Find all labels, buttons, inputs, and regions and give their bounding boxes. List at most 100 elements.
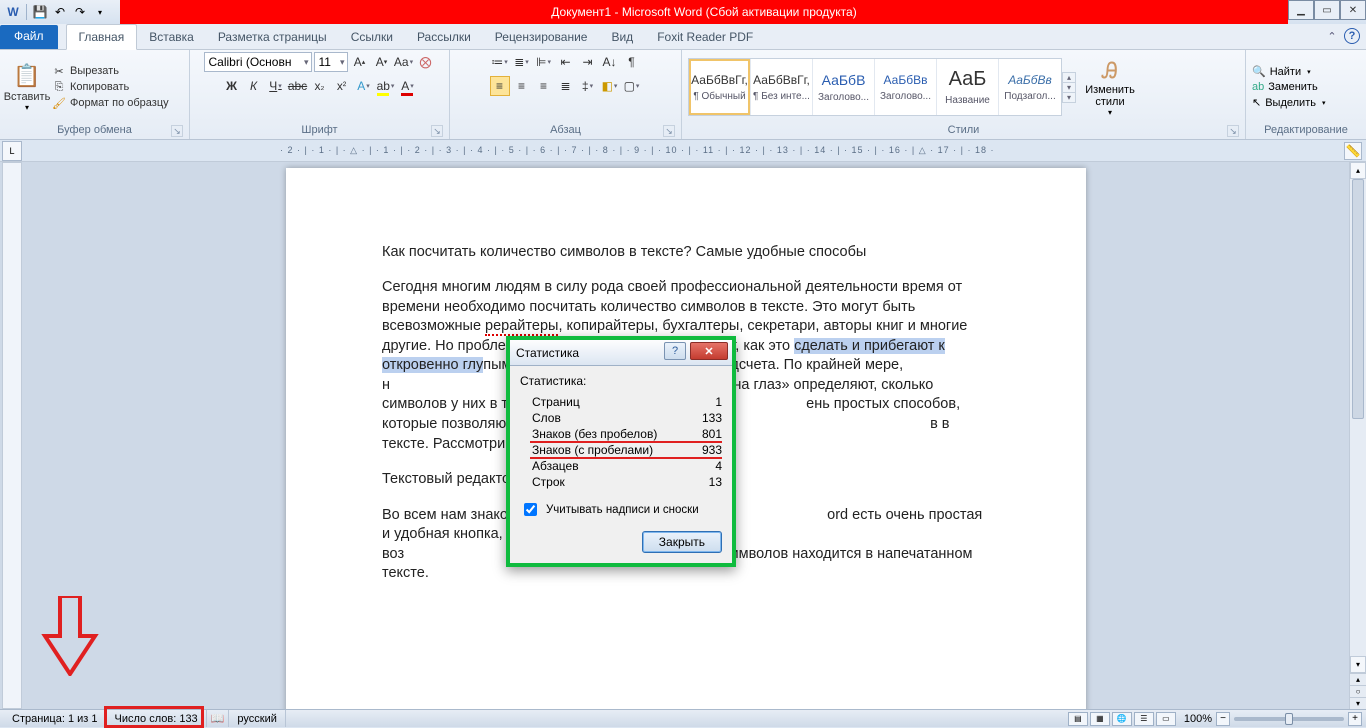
style-no-spacing[interactable]: АаБбВвГг,¶ Без инте...	[751, 59, 813, 115]
italic-button[interactable]: К	[244, 76, 264, 96]
zoom-slider[interactable]	[1234, 717, 1344, 721]
replace-button[interactable]: abЗаменить	[1252, 81, 1325, 93]
redo-icon[interactable]: ↷	[71, 3, 89, 21]
clipboard-launcher[interactable]: ↘	[171, 125, 183, 137]
tab-insert[interactable]: Вставка	[137, 25, 206, 49]
save-icon[interactable]: 💾	[31, 3, 49, 21]
scroll-down-arrow[interactable]: ▾	[1350, 656, 1366, 673]
tab-page-layout[interactable]: Разметка страницы	[206, 25, 339, 49]
bold-button[interactable]: Ж	[222, 76, 242, 96]
status-proofing-icon[interactable]: 📖	[207, 710, 230, 727]
grow-font-button[interactable]: A▴	[350, 52, 370, 72]
paste-button[interactable]: 📋 Вставить ▾	[6, 63, 48, 112]
style-heading1[interactable]: АаБбВЗаголово...	[813, 59, 875, 115]
tab-references[interactable]: Ссылки	[339, 25, 405, 49]
tab-home[interactable]: Главная	[66, 24, 138, 50]
align-left-button[interactable]: ≡	[490, 76, 510, 96]
text-effects-button[interactable]: A▾	[354, 76, 374, 96]
shading-button[interactable]: ◧▾	[600, 76, 620, 96]
zoom-percent[interactable]: 100%	[1184, 713, 1212, 725]
tab-foxit[interactable]: Foxit Reader PDF	[645, 25, 765, 49]
zoom-in-button[interactable]: +	[1348, 712, 1362, 726]
select-button[interactable]: ↖Выделить▾	[1252, 96, 1325, 109]
shrink-font-button[interactable]: A▾	[372, 52, 392, 72]
view-print-layout-button[interactable]: ▤	[1068, 712, 1088, 726]
style-title[interactable]: АаБНазвание	[937, 59, 999, 115]
font-color-button[interactable]: A▾	[398, 76, 418, 96]
format-painter-button[interactable]: 🖌Формат по образцу	[52, 96, 169, 110]
replace-icon: ab	[1252, 81, 1264, 93]
qat-customize-icon[interactable]: ▾	[91, 3, 109, 21]
dialog-titlebar[interactable]: Статистика ? ✕	[510, 340, 732, 366]
subscript-button[interactable]: x₂	[310, 76, 330, 96]
increase-indent-button[interactable]: ⇥	[578, 52, 598, 72]
close-window-button[interactable]: ✕	[1340, 0, 1366, 20]
show-marks-button[interactable]: ¶	[622, 52, 642, 72]
dialog-close-ok-button[interactable]: Закрыть	[642, 531, 722, 553]
sort-button[interactable]: A↓	[600, 52, 620, 72]
change-styles-button[interactable]: Ꭿ Изменить стили ▾	[1082, 58, 1138, 117]
style-subtitle[interactable]: АаБбВвПодзагол...	[999, 59, 1061, 115]
borders-button[interactable]: ▢▾	[622, 76, 642, 96]
font-size-combo[interactable]: 11	[314, 52, 348, 72]
scroll-up-arrow[interactable]: ▴	[1350, 162, 1366, 179]
browse-object-nav[interactable]: ▴○▾	[1350, 673, 1366, 709]
scroll-thumb[interactable]	[1352, 179, 1364, 419]
align-right-button[interactable]: ≡	[534, 76, 554, 96]
find-button[interactable]: 🔍Найти▾	[1252, 65, 1325, 78]
underline-button[interactable]: Ч▾	[266, 76, 286, 96]
status-language[interactable]: русский	[229, 710, 285, 727]
zoom-slider-thumb[interactable]	[1285, 713, 1293, 725]
dialog-close-button[interactable]: ✕	[690, 342, 728, 360]
clear-formatting-button[interactable]: ⨂	[416, 52, 436, 72]
group-label-font: Шрифт↘	[196, 122, 443, 139]
view-fullscreen-button[interactable]: ▦	[1090, 712, 1110, 726]
view-outline-button[interactable]: ☰	[1134, 712, 1154, 726]
style-normal[interactable]: АаБбВвГг,¶ Обычный	[689, 59, 751, 115]
status-word-count[interactable]: Число слов: 133	[107, 710, 207, 727]
maximize-button[interactable]: ▭	[1314, 0, 1340, 20]
copy-button[interactable]: ⎘Копировать	[52, 80, 169, 94]
tab-stop-selector[interactable]: L	[2, 141, 22, 161]
minimize-button[interactable]: ▁	[1288, 0, 1314, 20]
change-case-button[interactable]: Aa▾	[394, 52, 414, 72]
style-gallery[interactable]: АаБбВвГг,¶ Обычный АаБбВвГг,¶ Без инте..…	[688, 58, 1062, 116]
tab-view[interactable]: Вид	[599, 25, 645, 49]
statistics-table: Страниц1 Слов133 Знаков (без пробелов)80…	[520, 394, 722, 490]
tab-file[interactable]: Файл	[0, 25, 58, 49]
line-spacing-button[interactable]: ‡▾	[578, 76, 598, 96]
dialog-help-button[interactable]: ?	[664, 342, 686, 360]
include-textboxes-checkbox[interactable]: Учитывать надписи и сноски	[520, 500, 722, 519]
status-page[interactable]: Страница: 1 из 1	[4, 710, 107, 727]
decrease-indent-button[interactable]: ⇤	[556, 52, 576, 72]
font-launcher[interactable]: ↘	[431, 125, 443, 137]
paragraph-launcher[interactable]: ↘	[663, 125, 675, 137]
ribbon-minimize-icon[interactable]: ⌃	[1324, 28, 1340, 44]
help-icon[interactable]: ?	[1344, 28, 1360, 44]
justify-button[interactable]: ≣	[556, 76, 576, 96]
undo-icon[interactable]: ↶	[51, 3, 69, 21]
cut-button[interactable]: ✂Вырезать	[52, 64, 169, 78]
zoom-out-button[interactable]: −	[1216, 712, 1230, 726]
tab-mailings[interactable]: Рассылки	[405, 25, 483, 49]
superscript-button[interactable]: x²	[332, 76, 352, 96]
tab-review[interactable]: Рецензирование	[483, 25, 600, 49]
align-center-button[interactable]: ≡	[512, 76, 532, 96]
highlight-button[interactable]: ab▾	[376, 76, 396, 96]
view-draft-button[interactable]: ▭	[1156, 712, 1176, 726]
view-web-button[interactable]: 🌐	[1112, 712, 1132, 726]
font-name-combo[interactable]: Calibri (Основн	[204, 52, 312, 72]
checkbox-input[interactable]	[524, 503, 537, 516]
strikethrough-button[interactable]: abc	[288, 76, 308, 96]
styles-launcher[interactable]: ↘	[1227, 125, 1239, 137]
ribbon: 📋 Вставить ▾ ✂Вырезать ⎘Копировать 🖌Форм…	[0, 50, 1366, 140]
ruler-toggle-icon[interactable]: 📏	[1344, 142, 1362, 160]
horizontal-ruler[interactable]: · 2 · | · 1 · | · △ · | · 1 · | · 2 · | …	[280, 145, 995, 156]
bullets-button[interactable]: ≔▾	[490, 52, 510, 72]
style-gallery-scroll[interactable]: ▴▾▾	[1062, 72, 1076, 103]
vertical-ruler[interactable]	[2, 162, 22, 709]
multilevel-list-button[interactable]: ⊫▾	[534, 52, 554, 72]
vertical-scrollbar[interactable]: ▴ ▾ ▴○▾	[1349, 162, 1366, 709]
style-heading2[interactable]: АаБбВвЗаголово...	[875, 59, 937, 115]
numbering-button[interactable]: ≣▾	[512, 52, 532, 72]
